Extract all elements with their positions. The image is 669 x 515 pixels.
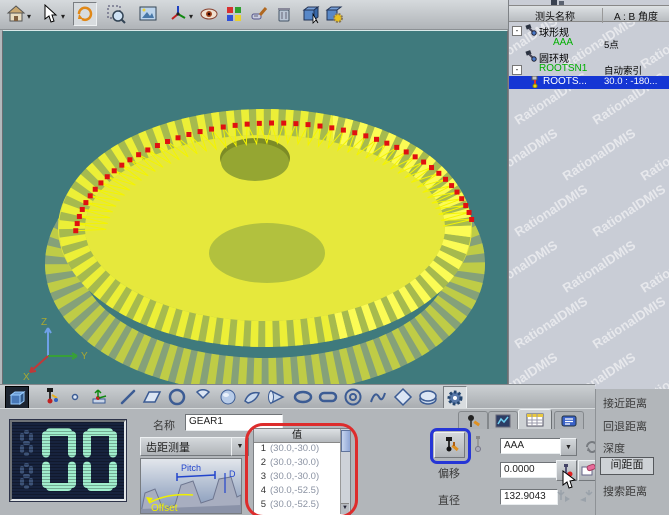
rotate-icon[interactable]	[73, 2, 97, 26]
probe-tree-row[interactable]: 圆环规	[509, 50, 669, 63]
colors-icon[interactable]	[223, 3, 245, 25]
coordinate-system-icon[interactable]	[167, 3, 189, 25]
probe-tree-row[interactable]: -球形规	[509, 24, 669, 37]
method-select-arrow[interactable]: ▼	[231, 437, 249, 456]
point-icon[interactable]	[64, 386, 86, 408]
zoom-region-icon[interactable]	[105, 3, 127, 25]
surface-icon[interactable]	[241, 386, 263, 408]
pitch-diagram: Pitch D Offset	[140, 458, 242, 514]
probe-teach-icon[interactable]	[39, 386, 61, 408]
offset-input[interactable]: 0.0000	[500, 462, 558, 478]
probe-back-icon	[577, 488, 595, 504]
solid-settings-icon[interactable]	[323, 3, 345, 25]
torus-icon[interactable]	[342, 386, 364, 408]
probe-tree-row[interactable]: - ROOTSN1 自动索引	[509, 63, 669, 76]
probe-manager-button[interactable]	[434, 432, 465, 458]
solid-select-icon[interactable]	[300, 3, 322, 25]
gear-model-canvas: Z Y X	[3, 31, 507, 385]
circle-icon[interactable]	[166, 386, 188, 408]
axis-y-label: Y	[81, 351, 88, 362]
tree-item-value: 30.0 : -180...	[604, 76, 657, 87]
solid-view-icon[interactable]	[5, 386, 29, 410]
cone-icon[interactable]	[266, 386, 288, 408]
axis-x-label: X	[23, 372, 30, 383]
probe-forward-icon	[555, 488, 573, 504]
search-distance-label: 搜索距离	[603, 483, 647, 499]
probe-tree-row[interactable]: AAA 5点	[509, 37, 669, 50]
point-value-table: 值 1(30.0,-30.0)2(30.0,-30.0)3(30.0,-30.0…	[253, 428, 351, 515]
diameter-label: 直径	[438, 492, 460, 508]
measure-offset-button[interactable]	[556, 460, 577, 481]
scrollbar-down-arrow[interactable]: ▼	[341, 503, 349, 514]
value-table-row[interactable]: 3(30.0,-30.0)	[254, 471, 340, 485]
path-params-panel: 接近距离 回退距离 深度 间距面 搜索距离	[595, 389, 669, 515]
viewport-3d[interactable]: Z Y X	[2, 30, 508, 386]
pitch-label: Pitch	[181, 463, 201, 473]
probe-red-icon	[529, 76, 541, 91]
probe-combo-arrow[interactable]: ▼	[560, 438, 577, 456]
tree-item-value: 5点	[604, 37, 619, 51]
retract-distance-label: 回退距离	[603, 418, 647, 434]
probe-small-icon	[469, 434, 485, 454]
probe-tree-header: 测头名称 A : B 角度	[509, 5, 669, 22]
column-ab-angle: A : B 角度	[602, 8, 669, 23]
tab-table-view[interactable]	[518, 409, 552, 429]
depth-label: 深度	[603, 440, 625, 456]
tree-item-label: ROOTS...	[543, 76, 587, 87]
view-options-icon[interactable]	[198, 3, 220, 25]
tree-expand-box[interactable]: -	[512, 26, 522, 36]
value-column-header: 值	[254, 429, 340, 443]
point-counter-display	[10, 420, 126, 501]
column-probe-name: 测头名称	[509, 8, 601, 23]
fit-view-icon[interactable]	[137, 3, 159, 25]
rhombus-icon[interactable]	[392, 386, 414, 408]
value-table-row[interactable]: 2(30.0,-30.0)	[254, 457, 340, 471]
plane-icon[interactable]	[141, 386, 163, 408]
select-icon[interactable]	[39, 3, 61, 25]
value-table-row[interactable]: 4(30.0,-52.5)	[254, 485, 340, 499]
gear-icon[interactable]	[443, 386, 467, 410]
probe-tree-row[interactable]: ROOTS... 30.0 : -180...	[509, 76, 669, 89]
scrollbar-thumb[interactable]	[341, 430, 351, 452]
line-icon[interactable]	[117, 386, 139, 408]
method-select[interactable]: 齿距测量	[140, 437, 237, 456]
table-scrollbar[interactable]: ▼	[340, 429, 350, 514]
feature-toolbar	[0, 384, 595, 409]
ellipse-icon[interactable]	[292, 386, 314, 408]
sphere-icon[interactable]	[217, 386, 239, 408]
slot-icon[interactable]	[317, 386, 339, 408]
spacing-plane-field[interactable]: 间距面	[600, 457, 654, 475]
home-dropdown-arrow[interactable]: ▾	[27, 12, 31, 21]
tree-item-label: AAA	[553, 37, 573, 48]
coordinate-system-dropdown-arrow[interactable]: ▾	[189, 12, 193, 21]
cylinder-icon[interactable]	[417, 386, 439, 408]
tree-item-value: 自动索引	[604, 63, 642, 77]
probe-panel: RationalDMISRationalDMISRationalDMISRati…	[508, 0, 669, 390]
application-window: ▾ ▾ ▾ Z Y X RationalDMISRationalDMISRational…	[0, 0, 669, 515]
value-table-row[interactable]: 5(30.0,-52.5)	[254, 499, 340, 513]
select-dropdown-arrow[interactable]: ▾	[61, 12, 65, 21]
tab-graph-view[interactable]	[488, 411, 518, 429]
delete-icon[interactable]	[273, 3, 295, 25]
tree-expand-box[interactable]: -	[512, 65, 522, 75]
axis-z-label: Z	[41, 317, 47, 328]
home-icon[interactable]	[5, 3, 27, 25]
probe-combo[interactable]: AAA	[500, 438, 564, 454]
offset-label-diagram: Offset	[151, 503, 178, 514]
tab-probe-calibrate[interactable]	[458, 411, 488, 429]
curve-icon[interactable]	[367, 386, 389, 408]
render-tools-icon[interactable]	[248, 3, 270, 25]
arc-icon[interactable]	[192, 386, 214, 408]
approach-distance-label: 接近距离	[603, 395, 647, 411]
offset-label: 偏移	[438, 465, 460, 481]
name-label: 名称	[153, 417, 175, 433]
diameter-input[interactable]: 132.9043	[500, 489, 558, 505]
tree-item-label: ROOTSN1	[539, 63, 587, 74]
point-vector-icon[interactable]	[89, 386, 111, 408]
tab-report-view[interactable]	[554, 411, 584, 429]
d-label: D	[229, 469, 236, 479]
value-table-row[interactable]: 1(30.0,-30.0)	[254, 443, 340, 457]
main-toolbar: ▾ ▾ ▾	[0, 0, 508, 30]
